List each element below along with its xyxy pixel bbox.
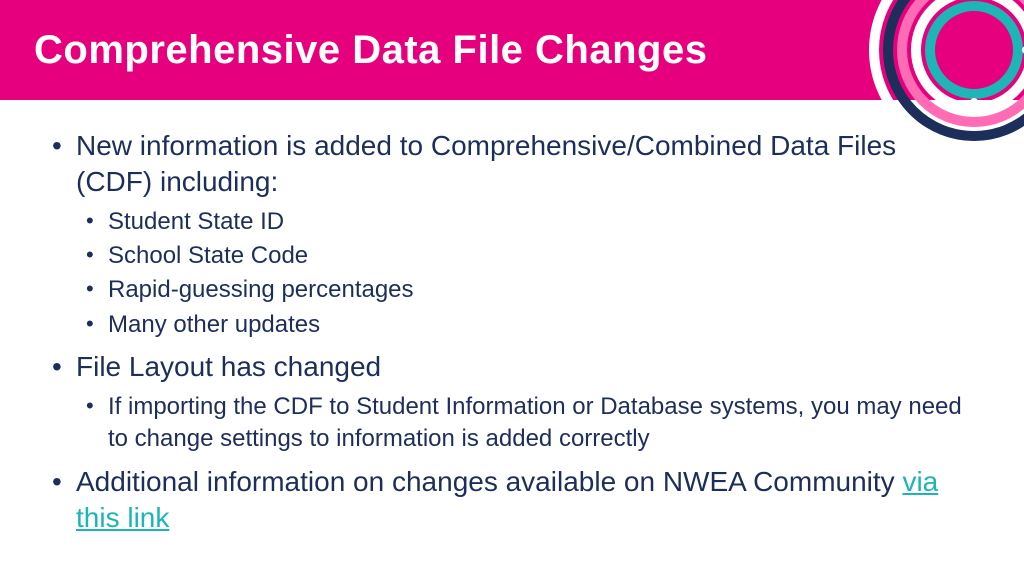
slide-header: Comprehensive Data File Changes — [0, 0, 1024, 100]
bullet-text: Additional information on changes availa… — [76, 466, 902, 497]
sub-bullet-list: Student State ID School State Code Rapid… — [76, 206, 976, 342]
sub-bullet-item: If importing the CDF to Student Informat… — [76, 391, 976, 456]
bullet-list: New information is added to Comprehensiv… — [48, 128, 976, 535]
slide-title: Comprehensive Data File Changes — [34, 28, 707, 73]
sub-bullet-list: If importing the CDF to Student Informat… — [76, 391, 976, 456]
sub-bullet-item: School State Code — [76, 240, 976, 272]
sub-bullet-item: Rapid-guessing percentages — [76, 274, 976, 306]
bullet-text: File Layout has changed — [76, 351, 381, 382]
bullet-item: Additional information on changes availa… — [48, 464, 976, 536]
sub-bullet-item: Many other updates — [76, 309, 976, 341]
sub-bullet-item: Student State ID — [76, 206, 976, 238]
bullet-text: New information is added to Comprehensiv… — [76, 130, 896, 197]
bullet-item: New information is added to Comprehensiv… — [48, 128, 976, 341]
bullet-item: File Layout has changed If importing the… — [48, 349, 976, 456]
slide-content: New information is added to Comprehensiv… — [0, 100, 1024, 535]
